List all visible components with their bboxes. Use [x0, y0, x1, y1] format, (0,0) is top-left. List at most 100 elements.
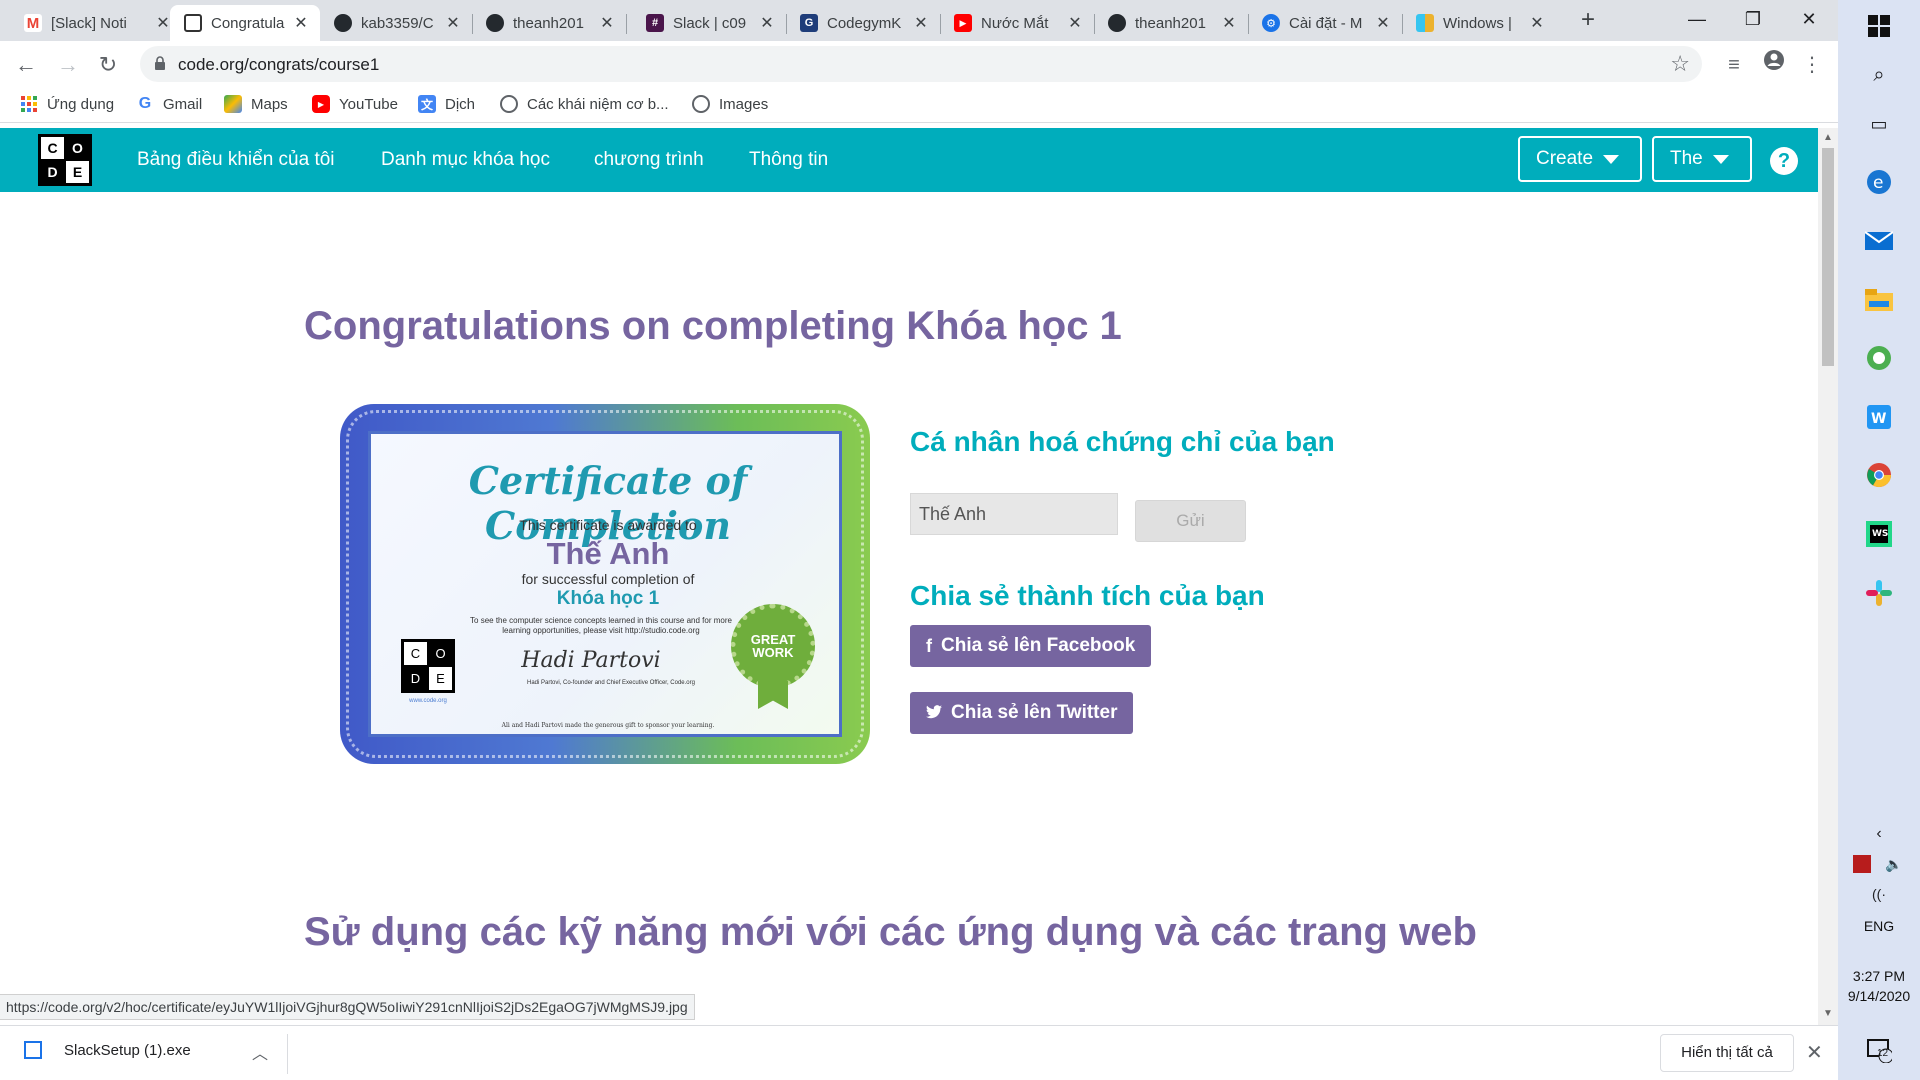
bookmark-youtube[interactable]: ▶ YouTube: [312, 95, 398, 113]
share-twitter-button[interactable]: Chia sẻ lên Twitter: [910, 692, 1134, 734]
reload-button[interactable]: ↻: [92, 49, 124, 81]
task-view-icon[interactable]: ▭: [1863, 108, 1895, 140]
show-all-downloads-button[interactable]: Hiển thị tất cả: [1660, 1034, 1794, 1072]
nav-course-catalog[interactable]: Danh mục khóa học: [381, 149, 550, 171]
certificate-awarded-text: This certificate is awarded to: [519, 517, 697, 533]
create-label: Create: [1536, 148, 1594, 169]
lock-icon: [155, 56, 165, 70]
close-icon[interactable]: ✕: [1220, 13, 1238, 33]
certificate-name-input[interactable]: [910, 493, 1118, 535]
back-button[interactable]: ←: [10, 49, 42, 81]
close-icon[interactable]: ✕: [292, 13, 310, 33]
word-icon[interactable]: W: [1863, 401, 1895, 433]
create-dropdown[interactable]: Create: [1518, 136, 1642, 182]
slack-app-icon[interactable]: [1863, 577, 1895, 609]
bookmark-star-icon[interactable]: ☆: [1670, 51, 1690, 77]
certificate-signature: Hadi Partovi: [521, 648, 661, 673]
download-bar: SlackSetup (1).exe ︿ Hiển thị tất cả ✕: [0, 1025, 1838, 1080]
certificate-image[interactable]: Certificate of Completion This certifica…: [340, 404, 870, 764]
twitter-icon: [926, 703, 942, 724]
close-icon[interactable]: ✕: [758, 13, 776, 33]
forward-button[interactable]: →: [52, 49, 84, 81]
personalize-heading: Cá nhân hoá chứng chỉ của bạn: [910, 426, 1335, 457]
tab-congratulations[interactable]: Congratula ✕: [170, 5, 320, 41]
close-icon[interactable]: ✕: [444, 13, 462, 33]
help-icon[interactable]: ?: [1770, 147, 1798, 175]
restore-button[interactable]: ❐: [1724, 0, 1782, 38]
scroll-up-arrow-icon[interactable]: ▲: [1822, 132, 1834, 143]
bookmark-images[interactable]: Images: [692, 95, 768, 113]
site-header: C O D E Bảng điều khiển của tôi Danh mục…: [0, 128, 1818, 192]
tab-windows[interactable]: Windows | ✕: [1402, 5, 1556, 41]
bookmark-maps[interactable]: Maps: [224, 95, 288, 113]
media-control-icon[interactable]: ≡: [1718, 49, 1750, 81]
profile-icon[interactable]: [1758, 49, 1790, 81]
bookmark-apps[interactable]: Ứng dụng: [20, 95, 114, 113]
bookmark-label: Images: [719, 95, 769, 113]
bookmark-translate[interactable]: 文 Dịch: [418, 95, 475, 113]
app-tray-icon[interactable]: [1850, 848, 1874, 880]
code-org-logo[interactable]: C O D E: [38, 134, 92, 186]
bookmark-gmail[interactable]: G Gmail: [136, 95, 202, 113]
app-green-icon[interactable]: [1863, 342, 1895, 374]
network-icon[interactable]: ((·: [1863, 878, 1895, 910]
bookmark-concepts[interactable]: Các khái niệm cơ b...: [500, 95, 669, 113]
download-item[interactable]: SlackSetup (1).exe: [24, 1041, 191, 1059]
close-icon[interactable]: ✕: [1528, 13, 1546, 33]
tab-youtube-nuoc-mat[interactable]: ▶ Nước Mắt ✕: [940, 5, 1095, 41]
chevron-up-icon[interactable]: ︿: [252, 1040, 268, 1064]
menu-kebab-icon[interactable]: ⋮: [1796, 49, 1828, 81]
minimize-button[interactable]: —: [1668, 0, 1726, 38]
tab-codegym[interactable]: G CodegymK ✕: [786, 5, 941, 41]
close-icon[interactable]: ✕: [1066, 13, 1084, 33]
chevron-left-icon[interactable]: ‹: [1863, 818, 1895, 850]
caret-down-icon: [1712, 154, 1729, 164]
scrollbar-thumb[interactable]: [1822, 148, 1834, 366]
bookmark-label: YouTube: [339, 95, 398, 113]
close-icon[interactable]: ✕: [1806, 1040, 1823, 1065]
search-icon[interactable]: ⌕: [1863, 59, 1895, 91]
nav-about[interactable]: Thông tin: [749, 149, 828, 171]
volume-icon[interactable]: 🔈: [1882, 848, 1906, 880]
scroll-down-arrow-icon[interactable]: ▼: [1822, 1008, 1834, 1019]
chrome-icon[interactable]: [1863, 459, 1895, 491]
logo-letter: E: [429, 667, 452, 690]
tab-slack-notification[interactable]: M [Slack] Noti ✕: [10, 5, 183, 41]
tab-github-theanh-2[interactable]: theanh201 ✕: [1094, 5, 1249, 41]
windows-start-icon[interactable]: [1863, 10, 1895, 42]
edge-icon[interactable]: e: [1863, 166, 1895, 198]
share-facebook-button[interactable]: f Chia sẻ lên Facebook: [910, 625, 1152, 667]
new-tab-button[interactable]: +: [1574, 6, 1602, 34]
file-explorer-icon[interactable]: [1863, 284, 1895, 316]
nav-my-dashboard[interactable]: Bảng điều khiển của tôi: [137, 149, 335, 171]
clock-time[interactable]: 3:27 PM: [1838, 968, 1920, 984]
send-button[interactable]: Gửi: [1135, 500, 1246, 542]
url-text: code.org/congrats/course1: [178, 55, 380, 74]
skills-heading: Sử dụng các kỹ năng mới với các ứng dụng…: [304, 910, 1477, 954]
tab-title: kab3359/C: [361, 14, 434, 32]
address-bar[interactable]: code.org/congrats/course1 ☆: [140, 46, 1702, 82]
clock-date[interactable]: 9/14/2020: [1838, 988, 1920, 1004]
certificate-title: Certificate of Completion: [468, 458, 748, 548]
notification-center-icon[interactable]: 12: [1863, 1034, 1895, 1066]
close-icon[interactable]: ✕: [912, 13, 930, 33]
mail-icon[interactable]: [1863, 225, 1895, 257]
bookmark-label: Maps: [251, 95, 288, 113]
status-bar-url: https://code.org/v2/hoc/certificate/eyJu…: [0, 994, 695, 1020]
nav-projects[interactable]: chương trình: [594, 149, 704, 171]
close-icon[interactable]: ✕: [598, 13, 616, 33]
tab-slack-c09[interactable]: # Slack | c09 ✕: [632, 5, 787, 41]
webstorm-icon[interactable]: WS: [1863, 518, 1895, 550]
logo-letter: O: [429, 642, 452, 665]
user-dropdown[interactable]: The: [1652, 136, 1752, 182]
close-icon[interactable]: ✕: [1374, 13, 1392, 33]
bookmarks-bar: Ứng dụng G Gmail Maps ▶ YouTube 文 Dịch C…: [0, 87, 1838, 123]
tab-settings[interactable]: ⚙ Cài đặt - M ✕: [1248, 5, 1403, 41]
github-icon: [334, 14, 352, 32]
tab-github-theanh[interactable]: theanh201 ✕: [472, 5, 627, 41]
page-scrollbar[interactable]: ▲ ▼: [1818, 128, 1838, 1025]
close-window-button[interactable]: ✕: [1780, 0, 1838, 38]
slack-icon: [1416, 14, 1434, 32]
language-indicator[interactable]: ENG: [1838, 918, 1920, 934]
tab-github-kab3359[interactable]: kab3359/C ✕: [320, 5, 473, 41]
